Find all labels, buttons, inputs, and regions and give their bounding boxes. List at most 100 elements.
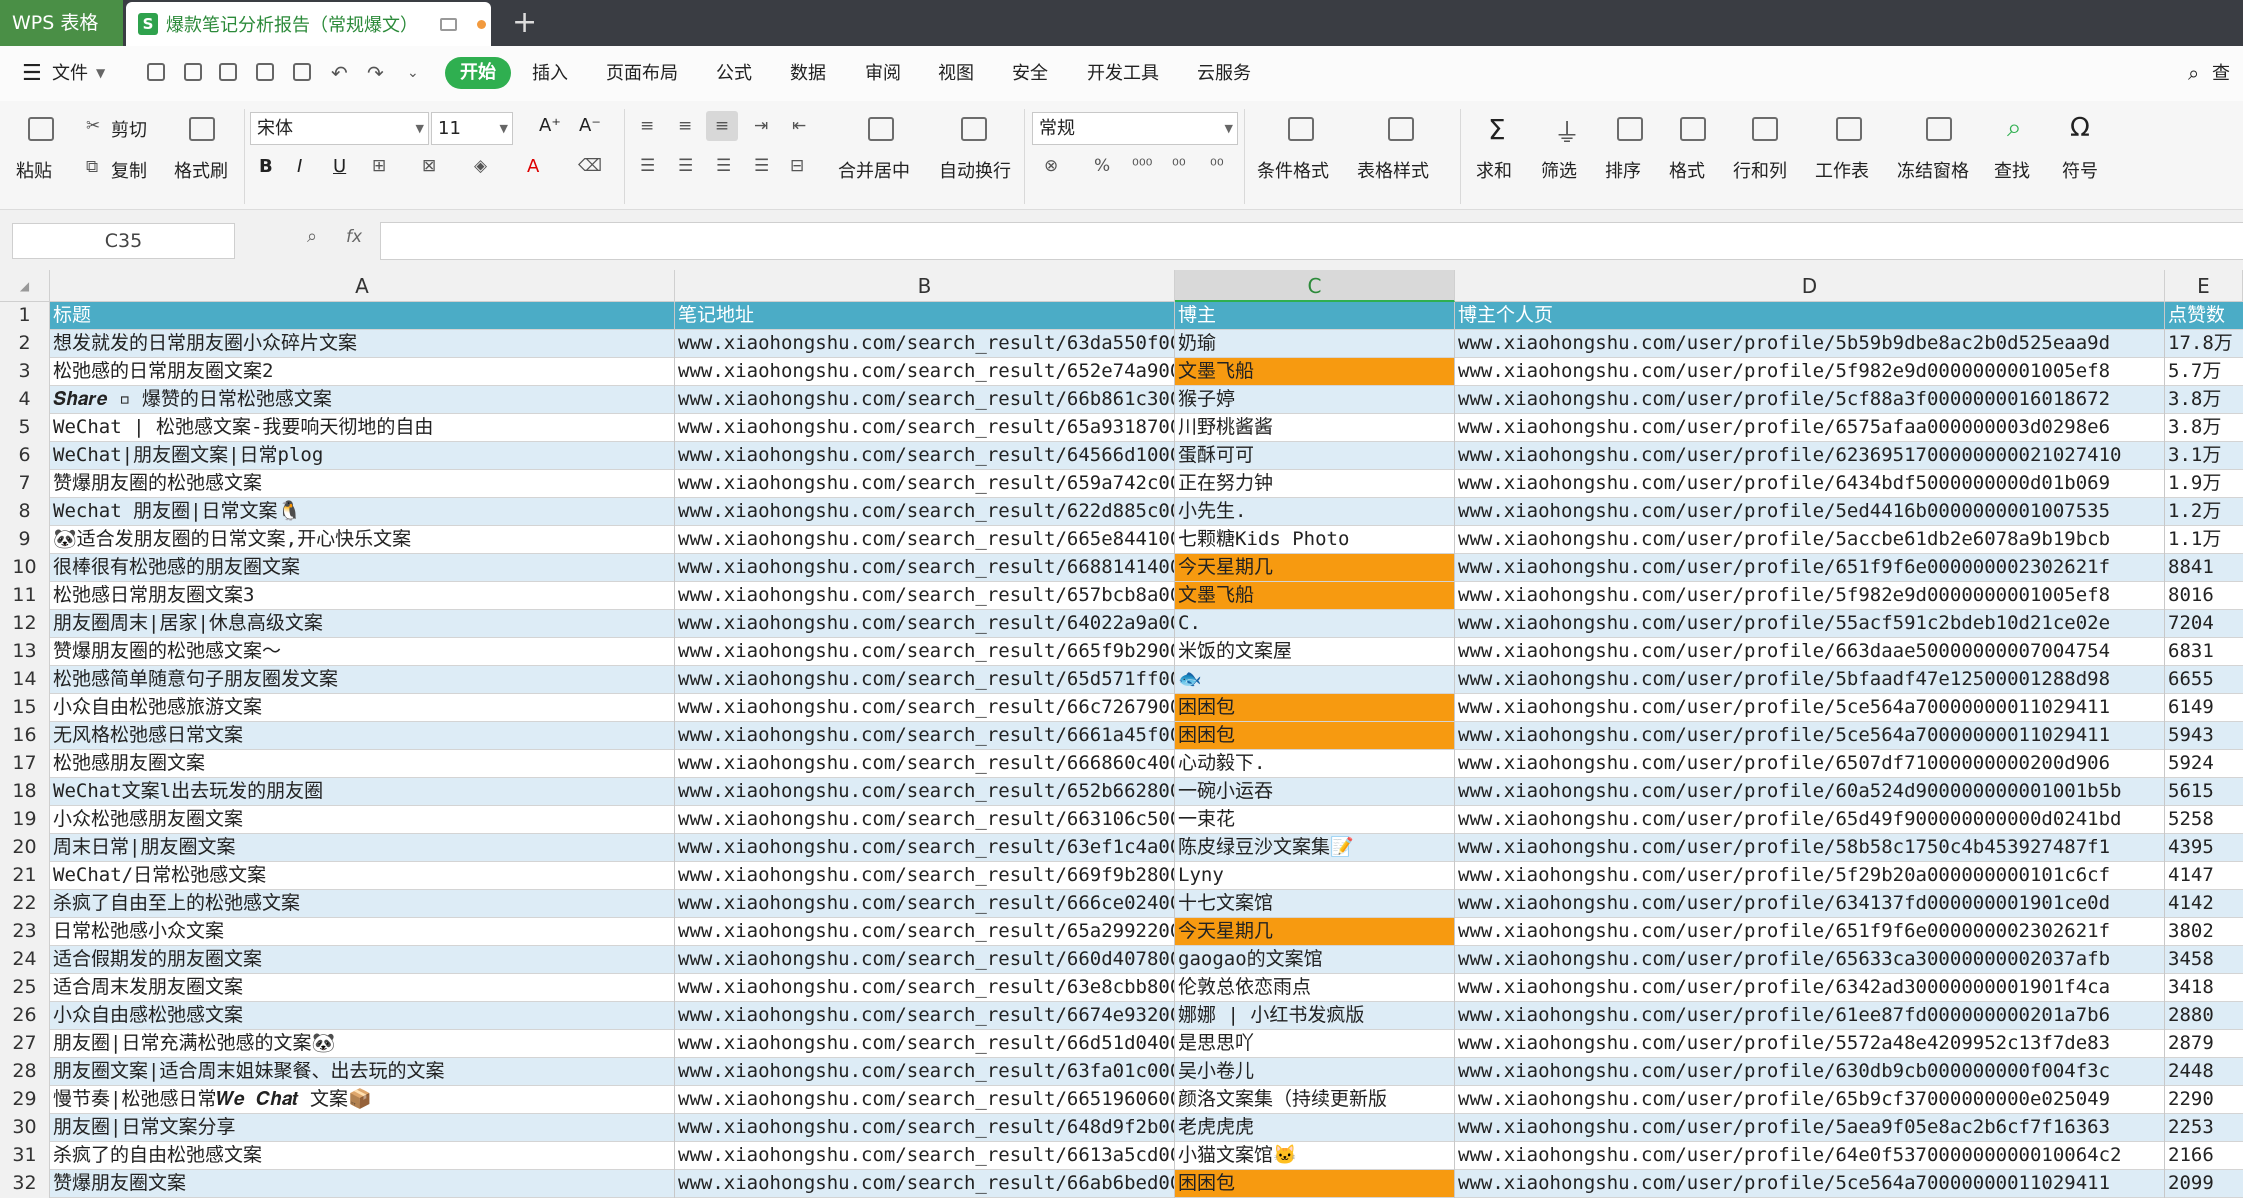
find-icon[interactable]: ⌕ [2007, 113, 2022, 144]
increase-font-icon[interactable]: A⁺ [539, 115, 561, 136]
fx-icon[interactable]: fx [346, 227, 362, 247]
tab-formula[interactable]: 公式 [716, 46, 752, 101]
cell-title[interactable]: 赞爆朋友圈文案 [50, 1170, 675, 1197]
row-number[interactable]: 12 [0, 610, 50, 638]
row-number[interactable]: 16 [0, 722, 50, 750]
distribute-icon[interactable]: ⊟ [790, 156, 804, 176]
column-header-a[interactable]: A [50, 270, 675, 302]
cell-likes[interactable]: 6831 [2165, 638, 2243, 665]
align-middle-icon[interactable]: ≡ [678, 116, 692, 136]
cell-profile-url[interactable]: www.xiaohongshu.com/user/profile/6342ad3… [1455, 974, 2165, 1001]
cell-blogger[interactable]: C. [1175, 610, 1455, 637]
row-number[interactable]: 14 [0, 666, 50, 694]
format-painter-button[interactable]: 格式刷 [174, 157, 228, 183]
row-number[interactable]: 28 [0, 1058, 50, 1086]
cell-blogger[interactable]: 米饭的文案屋 [1175, 638, 1455, 665]
cell-title[interactable]: 🐼适合发朋友圈的日常文案,开心快乐文案 [50, 526, 675, 553]
tab-review[interactable]: 审阅 [865, 46, 901, 101]
cell-title[interactable]: 朋友圈|日常充满松弛感的文案🐼 [50, 1030, 675, 1057]
cell-title[interactable]: WeChat|朋友圈文案|日常plog [50, 442, 675, 469]
cell-blogger[interactable]: 小先生. [1175, 498, 1455, 525]
cell-title[interactable]: 杀疯了自由至上的松弛感文案 [50, 890, 675, 917]
cell-profile-url[interactable]: www.xiaohongshu.com/user/profile/6507df7… [1455, 750, 2165, 777]
cell-note-url[interactable]: www.xiaohongshu.com/search_result/66b861… [675, 386, 1175, 413]
cell-likes[interactable]: 6655 [2165, 666, 2243, 693]
row-number[interactable]: 4 [0, 386, 50, 414]
cell-likes[interactable]: 4142 [2165, 890, 2243, 917]
cell-blogger[interactable]: 奶瑜 [1175, 330, 1455, 357]
row-number[interactable]: 26 [0, 1002, 50, 1030]
cell-blogger[interactable]: 困困包 [1175, 1170, 1455, 1197]
symbol-icon[interactable]: Ω [2070, 113, 2090, 143]
row-col-icon[interactable] [1752, 117, 1778, 141]
header-cell-likes[interactable]: 点赞数 [2165, 302, 2243, 329]
row-number[interactable]: 13 [0, 638, 50, 666]
wrap-text-icon[interactable] [961, 117, 987, 141]
cell-profile-url[interactable]: www.xiaohongshu.com/user/profile/65633ca… [1455, 946, 2165, 973]
cell-blogger[interactable]: 文墨飞船 [1175, 358, 1455, 385]
cell-profile-url[interactable]: www.xiaohongshu.com/user/profile/61ee87f… [1455, 1002, 2165, 1029]
border-icon[interactable]: ⊞ [372, 156, 386, 176]
cell-profile-url[interactable]: www.xiaohongshu.com/user/profile/64e0f53… [1455, 1142, 2165, 1169]
cell-title[interactable]: 周末日常|朋友圈文案 [50, 834, 675, 861]
cell-note-url[interactable]: www.xiaohongshu.com/search_result/66c726… [675, 694, 1175, 721]
row-number[interactable]: 10 [0, 554, 50, 582]
cell-likes[interactable]: 2253 [2165, 1114, 2243, 1141]
row-number[interactable]: 23 [0, 918, 50, 946]
number-format-select[interactable]: 常规 ▼ [1032, 112, 1238, 145]
row-number[interactable]: 9 [0, 526, 50, 554]
cell-title[interactable]: 朋友圈周末|居家|休息高级文案 [50, 610, 675, 637]
cell-likes[interactable]: 5.7万 [2165, 358, 2243, 385]
cell-style-icon[interactable]: ⊠ [422, 156, 436, 176]
cell-title[interactable]: 朋友圈|日常文案分享 [50, 1114, 675, 1141]
align-top-icon[interactable]: ≡ [640, 116, 654, 136]
copy-icon[interactable]: ⧉ [86, 157, 98, 177]
copy-button[interactable]: 复制 [111, 157, 147, 183]
cell-blogger[interactable]: 十七文案馆 [1175, 890, 1455, 917]
monitor-icon[interactable] [440, 17, 457, 31]
row-number[interactable]: 17 [0, 750, 50, 778]
new-tab-button[interactable]: + [512, 6, 537, 40]
cell-title[interactable]: 适合周末发朋友圈文案 [50, 974, 675, 1001]
cell-blogger[interactable]: 颜洛文案集（持续更新版 [1175, 1086, 1455, 1113]
cell-profile-url[interactable]: www.xiaohongshu.com/user/profile/5b59b9d… [1455, 330, 2165, 357]
cell-blogger[interactable]: 川野桃酱酱 [1175, 414, 1455, 441]
export-icon[interactable] [219, 63, 237, 81]
font-size-select[interactable]: 11 ▼ [431, 112, 513, 145]
cell-note-url[interactable]: www.xiaohongshu.com/search_result/665196… [675, 1086, 1175, 1113]
cell-profile-url[interactable]: www.xiaohongshu.com/user/profile/65b9cf3… [1455, 1086, 2165, 1113]
cell-note-url[interactable]: www.xiaohongshu.com/search_result/652b66… [675, 778, 1175, 805]
merge-center-icon[interactable] [868, 117, 894, 141]
cell-likes[interactable]: 2448 [2165, 1058, 2243, 1085]
underline-icon[interactable]: U [333, 156, 346, 177]
open-icon[interactable] [147, 63, 165, 81]
font-name-select[interactable]: 宋体 ▼ [250, 112, 429, 145]
cell-blogger[interactable]: 七颗糖Kids Photo [1175, 526, 1455, 553]
sort-button[interactable]: 排序 [1605, 157, 1641, 183]
cell-note-url[interactable]: www.xiaohongshu.com/search_result/663106… [675, 806, 1175, 833]
align-center-icon[interactable]: ☰ [678, 156, 693, 176]
undo-icon[interactable]: ↶ [331, 46, 348, 101]
merge-center-button[interactable]: 合并居中 [838, 157, 910, 183]
outdent-icon[interactable]: ⇤ [792, 116, 806, 136]
cell-note-url[interactable]: www.xiaohongshu.com/search_result/6674e9… [675, 1002, 1175, 1029]
cell-profile-url[interactable]: www.xiaohongshu.com/user/profile/6575afa… [1455, 414, 2165, 441]
worksheet-button[interactable]: 工作表 [1815, 157, 1869, 183]
row-number[interactable]: 3 [0, 358, 50, 386]
cell-note-url[interactable]: www.xiaohongshu.com/search_result/63fa01… [675, 1058, 1175, 1085]
cell-title[interactable]: 赞爆朋友圈的松弛感文案 [50, 470, 675, 497]
cut-button[interactable]: 剪切 [111, 116, 147, 142]
filter-button[interactable]: 筛选 [1541, 157, 1577, 183]
cell-profile-url[interactable]: www.xiaohongshu.com/user/profile/651f9f6… [1455, 554, 2165, 581]
cell-note-url[interactable]: www.xiaohongshu.com/search_result/666ce0… [675, 890, 1175, 917]
cell-blogger[interactable]: 🐟 [1175, 666, 1455, 693]
cell-blogger[interactable]: 今天星期几 [1175, 918, 1455, 945]
cell-blogger[interactable]: 娜娜 | 小红书发疯版 [1175, 1002, 1455, 1029]
cell-note-url[interactable]: www.xiaohongshu.com/search_result/63e8cb… [675, 974, 1175, 1001]
cell-likes[interactable]: 7204 [2165, 610, 2243, 637]
cut-icon[interactable]: ✂ [86, 116, 100, 136]
cell-blogger[interactable]: 是思思吖 [1175, 1030, 1455, 1057]
cell-profile-url[interactable]: www.xiaohongshu.com/user/profile/5572a48… [1455, 1030, 2165, 1057]
align-bottom-icon[interactable]: ≡ [706, 111, 738, 141]
bold-icon[interactable]: B [259, 156, 273, 177]
